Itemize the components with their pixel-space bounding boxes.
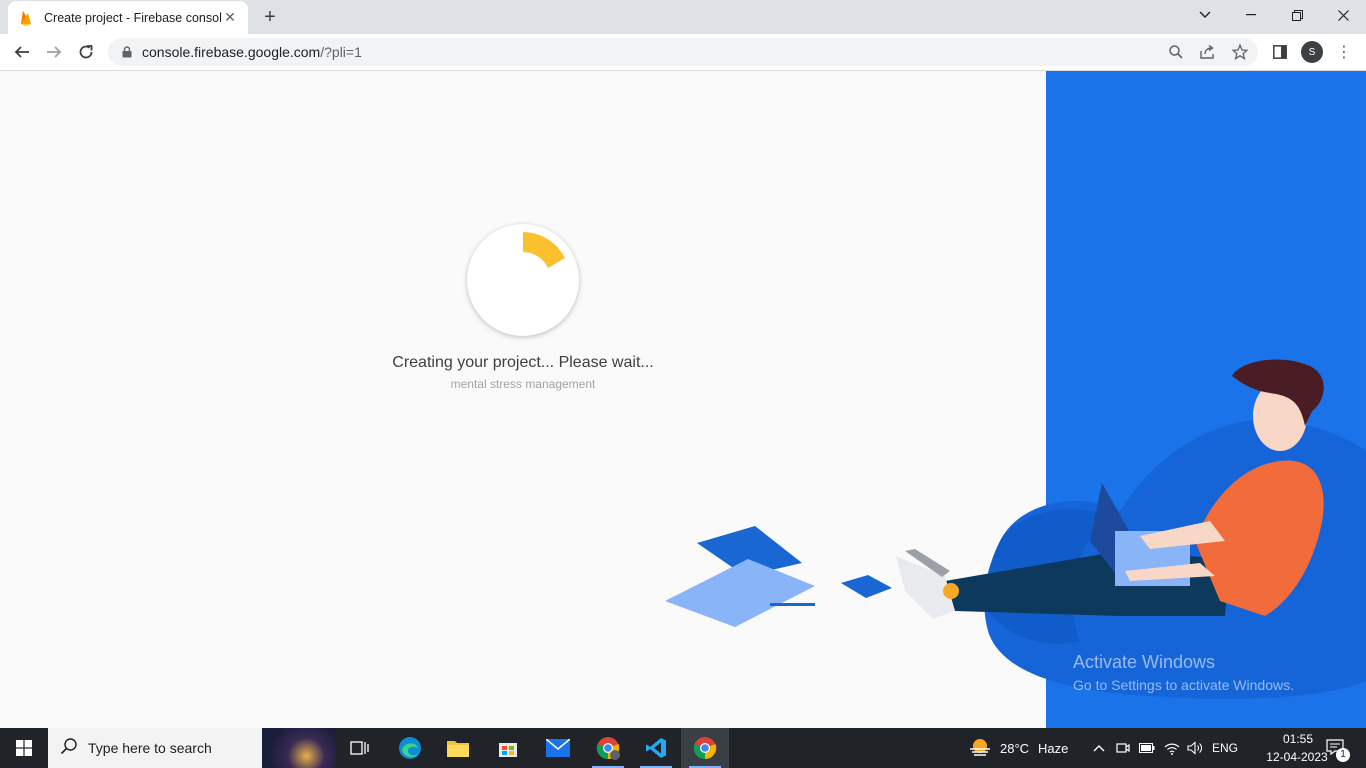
chrome-profile-icon[interactable] <box>584 728 632 768</box>
chrome-active-icon[interactable] <box>681 728 729 768</box>
browser-toolbar: console.firebase.google.com/?pli=1 S ⋮ <box>0 34 1366 71</box>
address-bar[interactable]: console.firebase.google.com/?pli=1 <box>108 38 1258 66</box>
tab-title: Create project - Firebase console <box>44 10 222 25</box>
browser-tab-active[interactable]: Create project - Firebase console ✕ <box>8 1 248 34</box>
restore-window-button[interactable] <box>1274 0 1320 30</box>
new-tab-button[interactable]: + <box>258 6 282 28</box>
language-indicator[interactable]: ENG <box>1212 741 1238 755</box>
close-tab-icon[interactable]: ✕ <box>222 9 238 26</box>
task-view-icon[interactable] <box>336 728 384 768</box>
back-arrow-icon[interactable] <box>7 37 37 67</box>
tab-search-chevron-icon[interactable] <box>1182 0 1228 30</box>
vscode-icon[interactable] <box>632 728 680 768</box>
bookmark-star-icon[interactable] <box>1230 42 1250 62</box>
search-icon[interactable] <box>1166 42 1186 62</box>
search-placeholder: Type here to search <box>88 740 212 756</box>
tab-strip: Create project - Firebase console ✕ + <box>0 0 1366 34</box>
wifi-icon[interactable] <box>1163 738 1181 758</box>
forward-arrow-icon[interactable] <box>39 37 69 67</box>
file-explorer-icon[interactable] <box>434 728 482 768</box>
meet-now-icon[interactable] <box>1114 738 1132 758</box>
weather-temperature[interactable]: 28°C <box>1000 741 1029 756</box>
edge-browser-icon[interactable] <box>386 728 434 768</box>
microsoft-store-icon[interactable] <box>484 728 532 768</box>
show-hidden-icons-chevron-icon[interactable] <box>1090 738 1108 758</box>
close-window-button[interactable] <box>1320 0 1366 30</box>
lock-icon[interactable] <box>120 45 134 59</box>
mail-icon[interactable] <box>534 728 582 768</box>
windows-taskbar: Type here to search 28°C Haze ENG 01:55 … <box>0 728 1366 768</box>
person-with-laptop-illustration <box>665 359 1366 699</box>
minimize-window-button[interactable] <box>1228 0 1274 30</box>
battery-icon[interactable] <box>1138 738 1156 758</box>
reload-icon[interactable] <box>71 37 101 67</box>
weather-description[interactable]: Haze <box>1038 741 1068 756</box>
firebase-page: Creating your project... Please wait... … <box>0 71 1366 728</box>
taskbar-search-box[interactable]: Type here to search <box>48 728 336 768</box>
url-text: console.firebase.google.com/?pli=1 <box>142 44 362 60</box>
clock-time[interactable]: 01:55 <box>1278 732 1318 746</box>
search-icon <box>60 737 78 760</box>
more-menu-icon[interactable]: ⋮ <box>1334 41 1354 63</box>
clock-date[interactable]: 12-04-2023 <box>1262 750 1332 764</box>
firebase-favicon-icon <box>18 10 34 26</box>
notification-count-badge: 1 <box>1336 748 1350 762</box>
volume-icon[interactable] <box>1186 738 1204 758</box>
share-icon[interactable] <box>1198 42 1218 62</box>
search-highlight-image-icon <box>262 728 336 768</box>
activate-windows-subtitle: Go to Settings to activate Windows. <box>1073 677 1294 693</box>
side-panel-icon[interactable] <box>1270 42 1290 62</box>
weather-haze-icon[interactable] <box>968 738 992 758</box>
windows-start-icon[interactable] <box>0 728 48 768</box>
activate-windows-title: Activate Windows <box>1073 652 1216 672</box>
profile-avatar[interactable]: S <box>1301 41 1323 63</box>
